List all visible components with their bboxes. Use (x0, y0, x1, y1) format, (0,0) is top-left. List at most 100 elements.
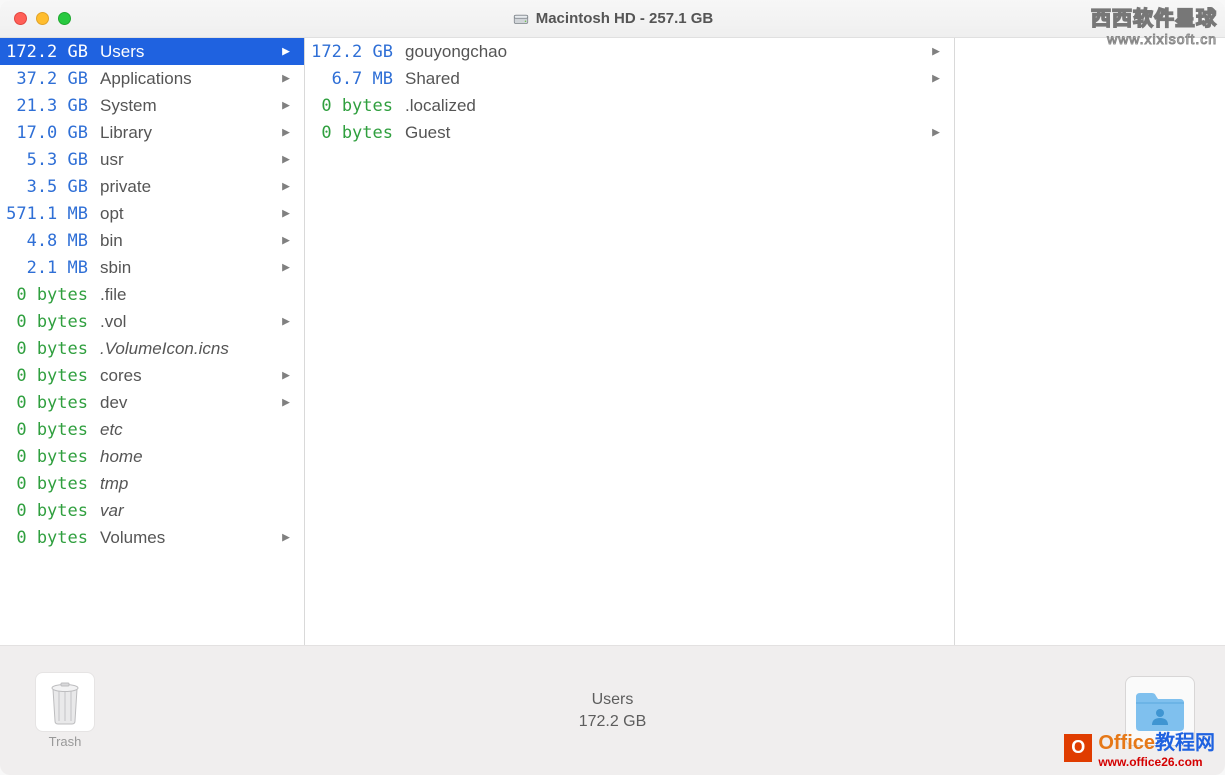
item-size: 0 bytes (0, 312, 100, 332)
column-0[interactable]: 172.2 GBUsers▶37.2 GBApplications▶21.3 G… (0, 38, 305, 645)
item-size: 0 bytes (0, 420, 100, 440)
list-item[interactable]: 5.3 GBusr▶ (0, 146, 304, 173)
list-item[interactable]: 2.1 MBsbin▶ (0, 254, 304, 281)
item-name: .vol (100, 312, 278, 332)
item-name: Guest (405, 123, 928, 143)
item-size: 17.0 GB (0, 123, 100, 143)
traffic-lights (14, 12, 71, 25)
item-name: Applications (100, 69, 278, 89)
chevron-right-icon: ▶ (278, 314, 294, 329)
list-item[interactable]: 0 bytescores▶ (0, 362, 304, 389)
list-item[interactable]: 0 bytes.file (0, 281, 304, 308)
list-item[interactable]: 0 bytestmp (0, 470, 304, 497)
item-name: Users (100, 42, 278, 62)
chevron-right-icon: ▶ (278, 125, 294, 140)
trash-target[interactable]: Trash (30, 672, 100, 749)
list-item[interactable]: 571.1 MBopt▶ (0, 200, 304, 227)
item-name: .VolumeIcon.icns (100, 339, 278, 359)
item-size: 0 bytes (0, 528, 100, 548)
column-1[interactable]: 172.2 GBgouyongchao▶6.7 MBShared▶0 bytes… (305, 38, 955, 645)
item-size: 2.1 MB (0, 258, 100, 278)
item-name: Library (100, 123, 278, 143)
item-size: 0 bytes (0, 501, 100, 521)
chevron-right-icon: ▶ (278, 233, 294, 248)
fullscreen-button[interactable] (58, 12, 71, 25)
chevron-right-icon: ▶ (278, 179, 294, 194)
item-size: 21.3 GB (0, 96, 100, 116)
item-name: System (100, 96, 278, 116)
item-name: cores (100, 366, 278, 386)
item-name: sbin (100, 258, 278, 278)
item-size: 571.1 MB (0, 204, 100, 224)
item-name: usr (100, 150, 278, 170)
item-size: 0 bytes (0, 393, 100, 413)
selection-preview[interactable] (1125, 676, 1195, 746)
chevron-right-icon: ▶ (278, 530, 294, 545)
app-window: Macintosh HD - 257.1 GB 172.2 GBUsers▶37… (0, 0, 1225, 775)
list-item[interactable]: 6.7 MBShared▶ (305, 65, 954, 92)
item-size: 0 bytes (0, 366, 100, 386)
item-name: etc (100, 420, 278, 440)
item-size: 0 bytes (0, 339, 100, 359)
list-item[interactable]: 0 bytesVolumes▶ (0, 524, 304, 551)
chevron-right-icon: ▶ (278, 71, 294, 86)
list-item[interactable]: 3.5 GBprivate▶ (0, 173, 304, 200)
column-browser: 172.2 GBUsers▶37.2 GBApplications▶21.3 G… (0, 38, 1225, 645)
trash-icon (35, 672, 95, 732)
list-item[interactable]: 172.2 GBUsers▶ (0, 38, 304, 65)
list-item[interactable]: 172.2 GBgouyongchao▶ (305, 38, 954, 65)
item-name: .localized (405, 96, 928, 116)
list-item[interactable]: 0 bytesetc (0, 416, 304, 443)
titlebar: Macintosh HD - 257.1 GB (0, 0, 1225, 38)
chevron-right-icon: ▶ (278, 368, 294, 383)
list-item[interactable]: 0 bytes.VolumeIcon.icns (0, 335, 304, 362)
item-name: Volumes (100, 528, 278, 548)
list-item[interactable]: 0 bytesdev▶ (0, 389, 304, 416)
item-size: 37.2 GB (0, 69, 100, 89)
chevron-right-icon: ▶ (278, 395, 294, 410)
close-button[interactable] (14, 12, 27, 25)
chevron-right-icon: ▶ (278, 152, 294, 167)
list-item[interactable]: 0 bytesGuest▶ (305, 119, 954, 146)
list-item[interactable]: 0 byteshome (0, 443, 304, 470)
chevron-right-icon: ▶ (928, 44, 944, 59)
item-size: 5.3 GB (0, 150, 100, 170)
item-size: 0 bytes (0, 285, 100, 305)
item-name: opt (100, 204, 278, 224)
chevron-right-icon: ▶ (928, 125, 944, 140)
list-item[interactable]: 17.0 GBLibrary▶ (0, 119, 304, 146)
item-size: 3.5 GB (0, 177, 100, 197)
selection-size: 172.2 GB (579, 713, 647, 731)
trash-label: Trash (49, 734, 82, 749)
list-item[interactable]: 21.3 GBSystem▶ (0, 92, 304, 119)
item-name: tmp (100, 474, 278, 494)
chevron-right-icon: ▶ (278, 98, 294, 113)
item-name: gouyongchao (405, 42, 928, 62)
list-item[interactable]: 0 bytesvar (0, 497, 304, 524)
item-size: 172.2 GB (0, 42, 100, 62)
item-name: Shared (405, 69, 928, 89)
chevron-right-icon: ▶ (278, 206, 294, 221)
list-item[interactable]: 0 bytes.localized (305, 92, 954, 119)
footer-bar: Trash Users 172.2 GB (0, 645, 1225, 775)
item-name: var (100, 501, 278, 521)
user-folder-icon (1134, 689, 1186, 733)
item-size: 6.7 MB (305, 69, 405, 89)
minimize-button[interactable] (36, 12, 49, 25)
chevron-right-icon: ▶ (278, 44, 294, 59)
list-item[interactable]: 0 bytes.vol▶ (0, 308, 304, 335)
list-item[interactable]: 37.2 GBApplications▶ (0, 65, 304, 92)
item-size: 0 bytes (305, 96, 405, 116)
list-item[interactable]: 4.8 MBbin▶ (0, 227, 304, 254)
item-name: private (100, 177, 278, 197)
item-name: dev (100, 393, 278, 413)
item-size: 4.8 MB (0, 231, 100, 251)
item-size: 0 bytes (0, 447, 100, 467)
chevron-right-icon: ▶ (278, 260, 294, 275)
window-title: Macintosh HD - 257.1 GB (0, 10, 1225, 28)
selection-info: Users 172.2 GB (579, 691, 647, 731)
item-size: 0 bytes (305, 123, 405, 143)
item-size: 0 bytes (0, 474, 100, 494)
item-size: 172.2 GB (305, 42, 405, 62)
item-name: home (100, 447, 278, 467)
